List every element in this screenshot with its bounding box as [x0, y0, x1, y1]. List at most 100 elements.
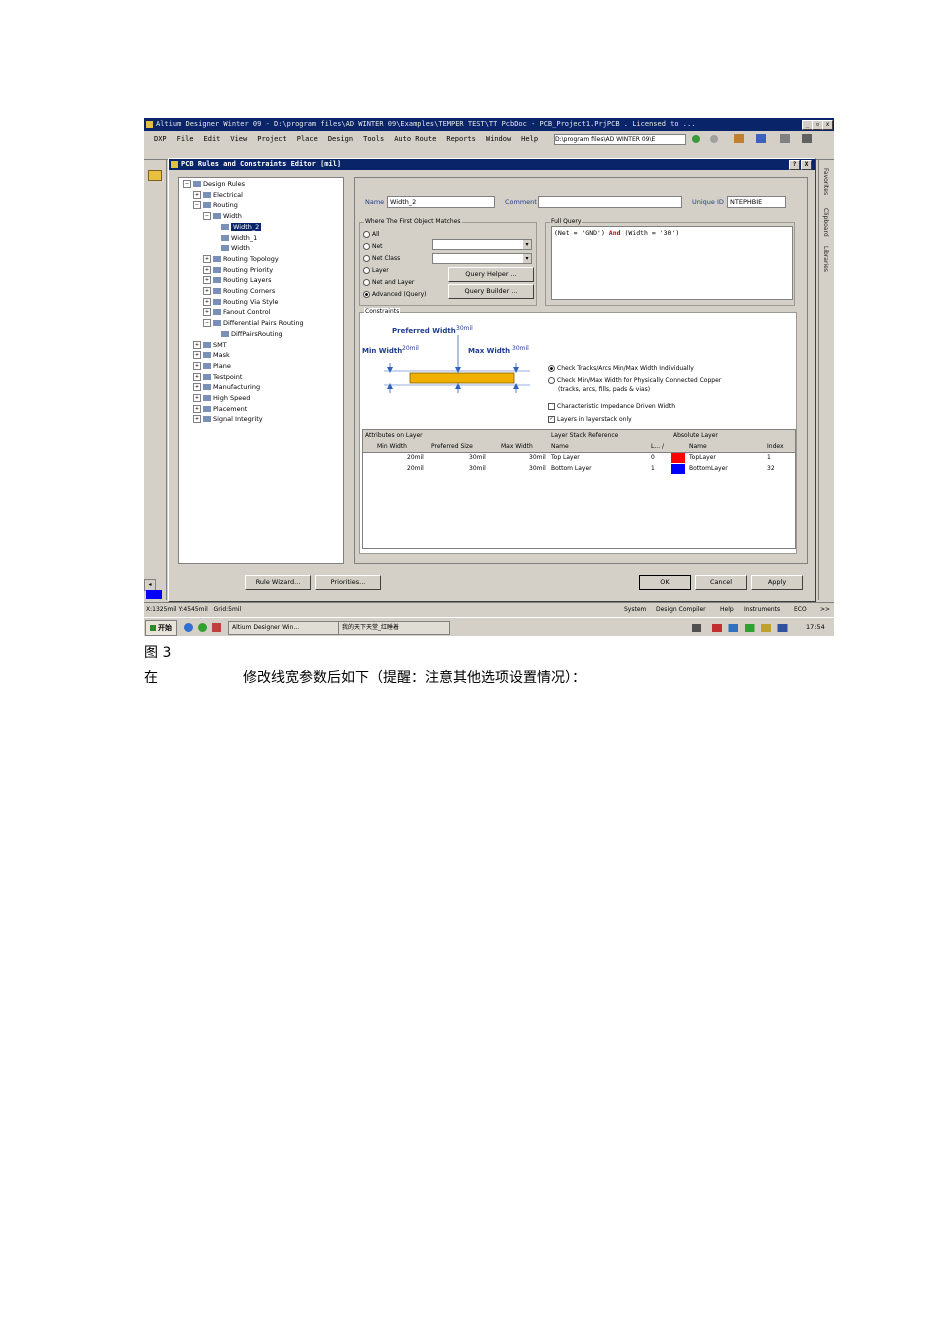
home-icon[interactable]: [734, 134, 744, 143]
expand-toggle-icon[interactable]: −: [183, 180, 191, 188]
taskbar-browser[interactable]: 我的天下天堂_红睡着: [338, 621, 450, 635]
folder-icon[interactable]: [148, 170, 162, 181]
menu-place[interactable]: Place: [297, 135, 318, 143]
tree-item[interactable]: + Electrical: [193, 190, 243, 200]
table-row[interactable]: 20mil 30mil 30mil Bottom Layer 1 BottomL…: [363, 464, 795, 474]
menu-project[interactable]: Project: [257, 135, 287, 143]
tree-item[interactable]: + High Speed: [193, 394, 250, 403]
dialog-help-button[interactable]: ?: [789, 160, 800, 170]
tree-item[interactable]: + Routing Topology: [203, 254, 279, 264]
radio-advanced-query[interactable]: Advanced (Query): [363, 291, 426, 298]
expand-toggle-icon[interactable]: +: [203, 287, 211, 295]
tray-printer-icon[interactable]: [692, 624, 701, 632]
settings-icon[interactable]: [802, 134, 812, 143]
tree-item[interactable]: Width_1: [213, 234, 257, 243]
status-more[interactable]: >>: [820, 603, 830, 616]
expand-toggle-icon[interactable]: +: [193, 372, 201, 381]
expand-toggle-icon[interactable]: +: [193, 190, 201, 199]
tree-item[interactable]: Width: [213, 244, 250, 253]
col-max-width[interactable]: Max Width: [501, 443, 533, 450]
tree-item[interactable]: + Routing Priority: [203, 265, 273, 275]
expand-toggle-icon[interactable]: +: [193, 404, 201, 413]
start-button[interactable]: 开始: [145, 620, 177, 636]
radio-net-and-layer[interactable]: Net and Layer: [363, 279, 414, 286]
comment-field[interactable]: [538, 196, 682, 208]
unique-id-field[interactable]: NTEPHBIE: [727, 196, 786, 208]
status-design-compiler[interactable]: Design Compiler: [656, 603, 706, 616]
tree-item[interactable]: DiffPairsRouting: [213, 330, 283, 339]
forward-icon[interactable]: [710, 135, 718, 143]
tree-item[interactable]: − Routing: [193, 201, 238, 210]
row-max-width[interactable]: 30mil: [529, 454, 546, 461]
layerstack-only-checkbox[interactable]: ✓ Layers in layerstack only: [548, 416, 632, 423]
check-individually-radio[interactable]: Check Tracks/Arcs Min/Max Width Individu…: [548, 365, 694, 372]
tree-item[interactable]: + SMT: [193, 340, 227, 350]
taskbar-altium[interactable]: Altium Designer Win...: [228, 621, 340, 635]
side-tab-libraries[interactable]: Libraries: [822, 246, 829, 272]
tree-item[interactable]: + Manufacturing: [193, 383, 260, 392]
expand-toggle-icon[interactable]: +: [193, 340, 201, 349]
tree-item[interactable]: + Testpoint: [193, 372, 242, 382]
status-eco[interactable]: ECO: [794, 603, 807, 616]
apply-button[interactable]: Apply: [751, 575, 803, 590]
expand-toggle-icon[interactable]: +: [193, 383, 201, 392]
tree-item[interactable]: + Signal Integrity: [193, 415, 263, 424]
tree-item[interactable]: + Routing Layers: [203, 276, 272, 285]
row-max-width[interactable]: 30mil: [529, 465, 546, 472]
expand-toggle-icon[interactable]: +: [203, 254, 211, 263]
query-helper-button[interactable]: Query Helper ...: [448, 267, 534, 282]
full-query-editor[interactable]: (Net = 'GND') And (Width = '30'): [551, 226, 793, 300]
col-min-width[interactable]: Min Width: [377, 443, 407, 450]
col-abs-index[interactable]: Index: [767, 443, 784, 450]
col-layer-name[interactable]: Name: [551, 443, 569, 450]
menu-auto-route[interactable]: Auto Route: [394, 135, 436, 143]
document-path-box[interactable]: D:\program files\AD WINTER 09\E: [554, 134, 686, 145]
ok-button[interactable]: OK: [639, 575, 691, 590]
expand-toggle-icon[interactable]: +: [203, 276, 211, 285]
expand-toggle-icon[interactable]: −: [203, 319, 211, 328]
expand-toggle-icon[interactable]: +: [193, 415, 201, 424]
tree-item[interactable]: + Routing Via Style: [203, 297, 278, 307]
print-icon[interactable]: [780, 134, 790, 143]
name-field[interactable]: Width_2: [387, 196, 495, 208]
rule-wizard-button[interactable]: Rule Wizard...: [245, 575, 311, 590]
net-class-combo[interactable]: [432, 253, 532, 264]
radio-layer[interactable]: Layer: [363, 267, 389, 274]
expand-toggle-icon[interactable]: −: [203, 212, 211, 221]
row-preferred-size[interactable]: 30mil: [469, 465, 486, 472]
impedance-driven-checkbox[interactable]: Characteristic Impedance Driven Width: [548, 403, 675, 410]
radio-all[interactable]: All: [363, 231, 379, 238]
tree-item[interactable]: + Routing Corners: [203, 287, 275, 296]
tree-item[interactable]: + Fanout Control: [203, 308, 270, 317]
quicklaunch-show-desktop-icon[interactable]: [212, 623, 221, 632]
col-layer-index[interactable]: L... /: [651, 443, 664, 450]
quicklaunch-app-icon[interactable]: [198, 623, 207, 632]
expand-toggle-icon[interactable]: +: [203, 308, 211, 317]
expand-toggle-icon[interactable]: +: [193, 394, 201, 402]
tray-icons[interactable]: [712, 624, 794, 632]
preferred-width-value[interactable]: 30mil: [456, 325, 473, 332]
tree-item[interactable]: + Placement: [193, 404, 247, 414]
tree-item[interactable]: + Plane: [193, 361, 231, 371]
table-row[interactable]: 20mil 30mil 30mil Top Layer 0 TopLayer 1: [363, 453, 795, 463]
status-system[interactable]: System: [624, 603, 646, 616]
menu-file[interactable]: File: [177, 135, 194, 143]
expand-toggle-icon[interactable]: −: [193, 201, 201, 210]
menu-reports[interactable]: Reports: [446, 135, 476, 143]
row-preferred-size[interactable]: 30mil: [469, 454, 486, 461]
expand-toggle-icon[interactable]: +: [203, 265, 211, 274]
menu-dxp[interactable]: DXP: [154, 135, 167, 143]
tree-item[interactable]: − Width: [203, 212, 242, 221]
back-icon[interactable]: [692, 135, 700, 143]
menu-design[interactable]: Design: [328, 135, 353, 143]
row-min-width[interactable]: 20mil: [407, 465, 424, 472]
expand-toggle-icon[interactable]: +: [203, 297, 211, 306]
rules-tree[interactable]: − Design Rules + Electrical − Routing − Width Wi…: [178, 177, 344, 564]
side-tab-favorites[interactable]: Favorites: [822, 168, 829, 195]
expand-toggle-icon[interactable]: +: [193, 351, 201, 360]
expand-toggle-icon[interactable]: +: [193, 361, 201, 370]
menu-tools[interactable]: Tools: [363, 135, 384, 143]
status-instruments[interactable]: Instruments: [744, 603, 780, 616]
tree-item[interactable]: + Mask: [193, 351, 230, 360]
dialog-close-button[interactable]: X: [801, 160, 812, 170]
